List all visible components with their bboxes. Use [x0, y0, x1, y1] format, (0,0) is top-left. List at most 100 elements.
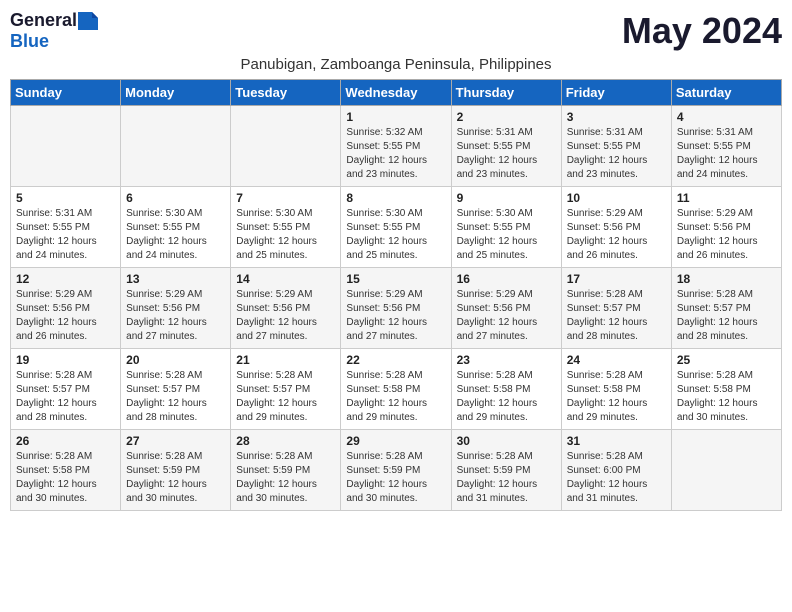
calendar-cell: 8Sunrise: 5:30 AM Sunset: 5:55 PM Daylig…: [341, 187, 451, 268]
cell-info: Sunrise: 5:28 AM Sunset: 5:57 PM Dayligh…: [567, 288, 666, 344]
calendar-cell: 19 Sunrise: 5:28 AM Sunset: 5:57 PM Dayli…: [11, 349, 121, 430]
cell-info: Sunrise: 5:28 AM Sunset: 6:00 PM Dayligh…: [567, 450, 666, 506]
calendar-cell: [121, 106, 231, 187]
day-number: 15: [346, 272, 445, 286]
calendar-week-row: 12Sunrise: 5:29 AM Sunset: 5:56 PM Dayli…: [11, 268, 782, 349]
calendar-cell: 20 Sunrise: 5:28 AM Sunset: 5:57 PM Dayli…: [121, 349, 231, 430]
cell-info: Sunrise: 5:30 AM Sunset: 5:55 PM Dayligh…: [457, 207, 556, 263]
calendar-cell: [231, 106, 341, 187]
day-number: 27: [126, 434, 225, 448]
calendar-week-row: 1 Sunrise: 5:32 AM Sunset: 5:55 PM Daylig…: [11, 106, 782, 187]
weekday-header-friday: Friday: [561, 80, 671, 106]
day-number: 6: [126, 191, 225, 205]
calendar-cell: 30Sunrise: 5:28 AM Sunset: 5:59 PM Dayli…: [451, 430, 561, 511]
calendar-header: SundayMondayTuesdayWednesdayThursdayFrid…: [11, 80, 782, 106]
weekday-header-tuesday: Tuesday: [231, 80, 341, 106]
calendar-cell: 24 Sunrise: 5:28 AM Sunset: 5:58 PM Dayli…: [561, 349, 671, 430]
day-number: 20: [126, 353, 225, 367]
cell-info: Sunrise: 5:32 AM Sunset: 5:55 PM Dayligh…: [346, 126, 445, 182]
logo: General Blue: [10, 10, 98, 52]
calendar-cell: [11, 106, 121, 187]
calendar-cell: 17 Sunrise: 5:28 AM Sunset: 5:57 PM Dayli…: [561, 268, 671, 349]
cell-info: Sunrise: 5:31 AM Sunset: 5:55 PM Dayligh…: [16, 207, 115, 263]
cell-info: Sunrise: 5:30 AM Sunset: 5:55 PM Dayligh…: [236, 207, 335, 263]
cell-info: Sunrise: 5:28 AM Sunset: 5:58 PM Dayligh…: [457, 369, 556, 425]
calendar-cell: 22 Sunrise: 5:28 AM Sunset: 5:58 PM Dayli…: [341, 349, 451, 430]
day-number: 19: [16, 353, 115, 367]
cell-info: Sunrise: 5:28 AM Sunset: 5:57 PM Dayligh…: [236, 369, 335, 425]
cell-info: Sunrise: 5:31 AM Sunset: 5:55 PM Dayligh…: [677, 126, 776, 182]
day-number: 17: [567, 272, 666, 286]
cell-info: Sunrise: 5:28 AM Sunset: 5:57 PM Dayligh…: [677, 288, 776, 344]
weekday-header-row: SundayMondayTuesdayWednesdayThursdayFrid…: [11, 80, 782, 106]
cell-info: Sunrise: 5:28 AM Sunset: 5:58 PM Dayligh…: [567, 369, 666, 425]
cell-info: Sunrise: 5:28 AM Sunset: 5:58 PM Dayligh…: [16, 450, 115, 506]
calendar-table: SundayMondayTuesdayWednesdayThursdayFrid…: [10, 79, 782, 511]
day-number: 9: [457, 191, 556, 205]
calendar-cell: 10Sunrise: 5:29 AM Sunset: 5:56 PM Dayli…: [561, 187, 671, 268]
calendar-cell: 4Sunrise: 5:31 AM Sunset: 5:55 PM Daylig…: [671, 106, 781, 187]
cell-info: Sunrise: 5:29 AM Sunset: 5:56 PM Dayligh…: [236, 288, 335, 344]
cell-info: Sunrise: 5:28 AM Sunset: 5:57 PM Dayligh…: [16, 369, 115, 425]
calendar-cell: 3Sunrise: 5:31 AM Sunset: 5:55 PM Daylig…: [561, 106, 671, 187]
cell-info: Sunrise: 5:29 AM Sunset: 5:56 PM Dayligh…: [126, 288, 225, 344]
day-number: 5: [16, 191, 115, 205]
day-number: 31: [567, 434, 666, 448]
day-number: 24: [567, 353, 666, 367]
day-number: 26: [16, 434, 115, 448]
calendar-cell: 21Sunrise: 5:28 AM Sunset: 5:57 PM Dayli…: [231, 349, 341, 430]
page-header: General Blue May 2024: [10, 10, 782, 52]
weekday-header-monday: Monday: [121, 80, 231, 106]
calendar-cell: 31 Sunrise: 5:28 AM Sunset: 6:00 PM Dayli…: [561, 430, 671, 511]
calendar-cell: 28 Sunrise: 5:28 AM Sunset: 5:59 PM Dayli…: [231, 430, 341, 511]
calendar-cell: [671, 430, 781, 511]
day-number: 11: [677, 191, 776, 205]
cell-info: Sunrise: 5:28 AM Sunset: 5:59 PM Dayligh…: [236, 450, 335, 506]
cell-info: Sunrise: 5:28 AM Sunset: 5:58 PM Dayligh…: [677, 369, 776, 425]
calendar-cell: 7Sunrise: 5:30 AM Sunset: 5:55 PM Daylig…: [231, 187, 341, 268]
calendar-cell: 18 Sunrise: 5:28 AM Sunset: 5:57 PM Dayli…: [671, 268, 781, 349]
calendar-cell: 25Sunrise: 5:28 AM Sunset: 5:58 PM Dayli…: [671, 349, 781, 430]
cell-info: Sunrise: 5:28 AM Sunset: 5:57 PM Dayligh…: [126, 369, 225, 425]
day-number: 1: [346, 110, 445, 124]
calendar-week-row: 19 Sunrise: 5:28 AM Sunset: 5:57 PM Dayli…: [11, 349, 782, 430]
location: Panubigan, Zamboanga Peninsula, Philippi…: [10, 56, 782, 73]
calendar-cell: 5 Sunrise: 5:31 AM Sunset: 5:55 PM Daylig…: [11, 187, 121, 268]
calendar-cell: 15 Sunrise: 5:29 AM Sunset: 5:56 PM Dayli…: [341, 268, 451, 349]
cell-info: Sunrise: 5:31 AM Sunset: 5:55 PM Dayligh…: [567, 126, 666, 182]
weekday-header-saturday: Saturday: [671, 80, 781, 106]
day-number: 14: [236, 272, 335, 286]
day-number: 29: [346, 434, 445, 448]
cell-info: Sunrise: 5:29 AM Sunset: 5:56 PM Dayligh…: [16, 288, 115, 344]
calendar-cell: 12Sunrise: 5:29 AM Sunset: 5:56 PM Dayli…: [11, 268, 121, 349]
day-number: 30: [457, 434, 556, 448]
day-number: 16: [457, 272, 556, 286]
calendar-cell: 1 Sunrise: 5:32 AM Sunset: 5:55 PM Daylig…: [341, 106, 451, 187]
calendar-body: 1 Sunrise: 5:32 AM Sunset: 5:55 PM Daylig…: [11, 106, 782, 511]
day-number: 28: [236, 434, 335, 448]
day-number: 2: [457, 110, 556, 124]
calendar-cell: 14 Sunrise: 5:29 AM Sunset: 5:56 PM Dayli…: [231, 268, 341, 349]
calendar-cell: 6 Sunrise: 5:30 AM Sunset: 5:55 PM Daylig…: [121, 187, 231, 268]
logo-general: General: [10, 10, 77, 31]
cell-info: Sunrise: 5:28 AM Sunset: 5:59 PM Dayligh…: [346, 450, 445, 506]
day-number: 22: [346, 353, 445, 367]
cell-info: Sunrise: 5:30 AM Sunset: 5:55 PM Dayligh…: [126, 207, 225, 263]
cell-info: Sunrise: 5:29 AM Sunset: 5:56 PM Dayligh…: [457, 288, 556, 344]
month-title: May 2024: [622, 10, 782, 52]
cell-info: Sunrise: 5:31 AM Sunset: 5:55 PM Dayligh…: [457, 126, 556, 182]
weekday-header-sunday: Sunday: [11, 80, 121, 106]
logo-icon: [78, 12, 98, 30]
day-number: 13: [126, 272, 225, 286]
cell-info: Sunrise: 5:29 AM Sunset: 5:56 PM Dayligh…: [346, 288, 445, 344]
calendar-week-row: 26 Sunrise: 5:28 AM Sunset: 5:58 PM Dayli…: [11, 430, 782, 511]
calendar-cell: 27Sunrise: 5:28 AM Sunset: 5:59 PM Dayli…: [121, 430, 231, 511]
logo-blue: Blue: [10, 31, 49, 52]
day-number: 18: [677, 272, 776, 286]
calendar-cell: 11Sunrise: 5:29 AM Sunset: 5:56 PM Dayli…: [671, 187, 781, 268]
cell-info: Sunrise: 5:28 AM Sunset: 5:58 PM Dayligh…: [346, 369, 445, 425]
weekday-header-thursday: Thursday: [451, 80, 561, 106]
calendar-cell: 23Sunrise: 5:28 AM Sunset: 5:58 PM Dayli…: [451, 349, 561, 430]
cell-info: Sunrise: 5:29 AM Sunset: 5:56 PM Dayligh…: [567, 207, 666, 263]
calendar-cell: 26 Sunrise: 5:28 AM Sunset: 5:58 PM Dayli…: [11, 430, 121, 511]
